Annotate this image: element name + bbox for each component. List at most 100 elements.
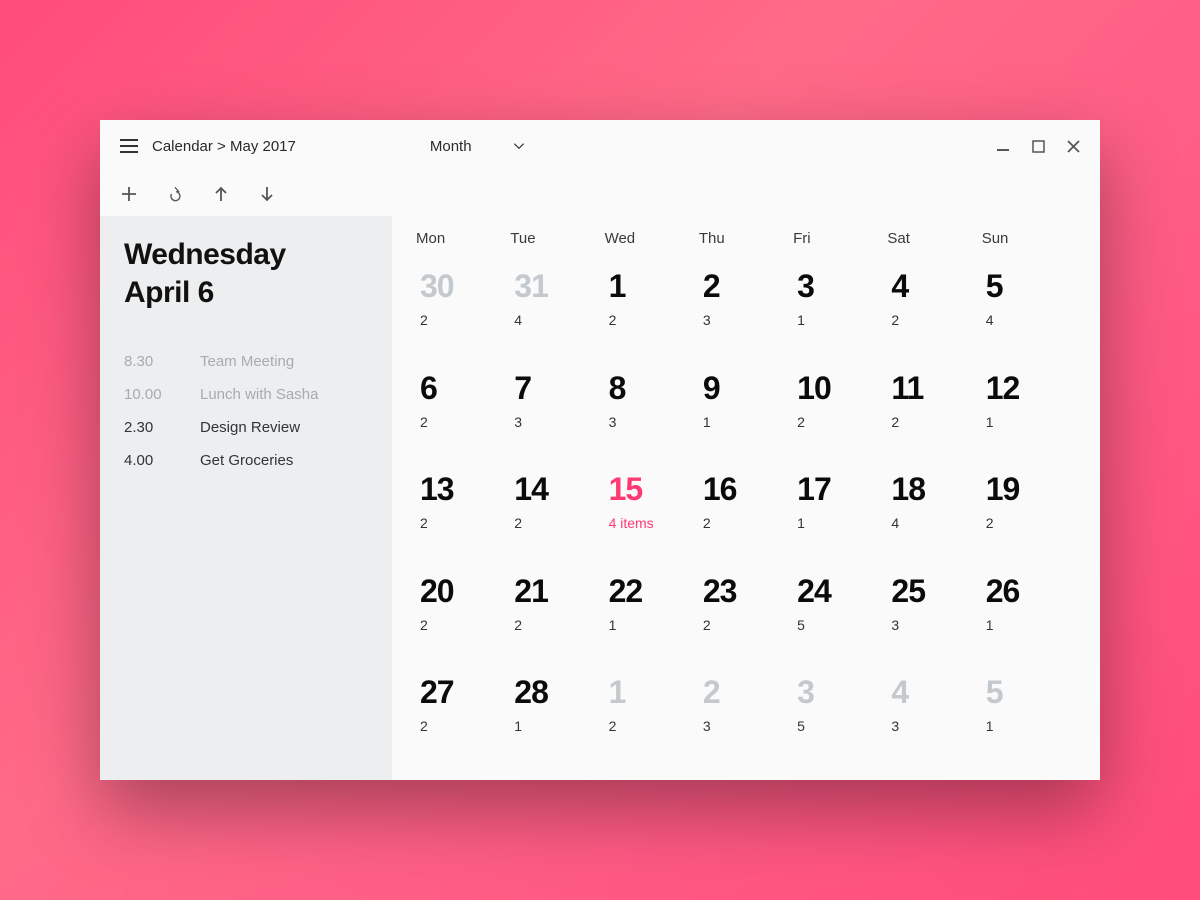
dow-label: Tue (510, 230, 604, 247)
day-event-count: 2 (420, 617, 506, 633)
day-number: 9 (703, 372, 789, 404)
day-cell[interactable]: 12 (605, 260, 699, 362)
day-cell[interactable]: 25 3 (887, 565, 981, 667)
next-button[interactable] (258, 185, 276, 203)
day-event-count: 4 (514, 312, 600, 328)
day-cell[interactable]: 20 2 (416, 565, 510, 667)
day-cell[interactable]: 192 (982, 463, 1076, 565)
day-cell[interactable]: 12 (605, 666, 699, 768)
agenda-item[interactable]: 4.00Get Groceries (124, 444, 368, 477)
day-cell[interactable]: 121 (982, 362, 1076, 464)
day-number: 3 (797, 270, 883, 302)
day-number: 4 (891, 270, 977, 302)
day-cell[interactable]: 142 (510, 463, 604, 565)
day-cell[interactable]: 54 (982, 260, 1076, 362)
dow-label: Mon (416, 230, 510, 247)
day-cell[interactable]: 184 (887, 463, 981, 565)
calendar-grid: MonTueWedThuFriSatSun 302314122331425462… (392, 216, 1100, 780)
selected-day-heading: Wednesday April 6 (124, 236, 368, 311)
dow-label: Sun (982, 230, 1076, 247)
day-number: 4 (891, 676, 977, 708)
day-event-count: 2 (420, 718, 506, 734)
day-event-count: 5 (797, 617, 883, 633)
day-number: 2 (703, 676, 789, 708)
maximize-button[interactable] (1032, 140, 1045, 153)
day-cell[interactable]: 91 (699, 362, 793, 464)
day-cell[interactable]: 24 5 (793, 565, 887, 667)
day-cell[interactable]: 162 (699, 463, 793, 565)
agenda-item[interactable]: 8.30Team Meeting (124, 345, 368, 378)
add-button[interactable] (120, 185, 138, 203)
day-cell[interactable]: 42 (887, 260, 981, 362)
prev-button[interactable] (212, 185, 230, 203)
hamburger-icon[interactable] (120, 139, 138, 153)
day-cell[interactable]: 154 items (605, 463, 699, 565)
day-cell[interactable]: 23 (699, 666, 793, 768)
day-number: 13 (420, 473, 506, 505)
day-cell[interactable]: 13 2 (416, 463, 510, 565)
agenda-item[interactable]: 10.00Lunch with Sasha (124, 378, 368, 411)
day-number: 22 (609, 575, 695, 607)
day-event-count: 1 (703, 414, 789, 430)
day-cell[interactable]: 272 (416, 666, 510, 768)
day-cell[interactable]: 51 (982, 666, 1076, 768)
day-event-count: 2 (703, 515, 789, 531)
close-button[interactable] (1067, 140, 1080, 153)
day-cell[interactable]: 73 (510, 362, 604, 464)
day-cell[interactable]: 261 (982, 565, 1076, 667)
day-number: 14 (514, 473, 600, 505)
day-cell[interactable]: 23 (699, 260, 793, 362)
day-cell[interactable]: 281 (510, 666, 604, 768)
day-cell[interactable]: 221 (605, 565, 699, 667)
day-event-count: 2 (420, 515, 506, 531)
day-number: 7 (514, 372, 600, 404)
titlebar: Calendar > May 2017 Month (100, 120, 1100, 172)
day-number: 1 (609, 676, 695, 708)
day-event-count: 3 (891, 617, 977, 633)
view-selector-label: Month (430, 138, 472, 155)
arrow-down-icon (259, 186, 275, 202)
day-cell[interactable]: 302 (416, 260, 510, 362)
day-event-count: 3 (703, 312, 789, 328)
day-event-count: 2 (609, 718, 695, 734)
agenda-time: 10.00 (124, 386, 170, 403)
day-number: 5 (986, 676, 1072, 708)
day-event-count: 1 (986, 718, 1072, 734)
breadcrumb[interactable]: Calendar > May 2017 (152, 138, 296, 155)
day-cell[interactable]: 212 (510, 565, 604, 667)
day-number: 12 (986, 372, 1072, 404)
day-cell[interactable]: 62 (416, 362, 510, 464)
sync-button[interactable] (166, 185, 184, 203)
day-event-count: 5 (797, 718, 883, 734)
dow-label: Sat (887, 230, 981, 247)
day-number: 5 (986, 270, 1072, 302)
breadcrumb-sep: > (217, 138, 226, 155)
toolbar (100, 172, 1100, 216)
breadcrumb-location: May 2017 (230, 138, 296, 155)
day-cell[interactable]: 35 (793, 666, 887, 768)
selected-day-weekday: Wednesday (124, 238, 286, 271)
day-cell[interactable]: 102 (793, 362, 887, 464)
dow-label: Wed (605, 230, 699, 247)
day-cell[interactable]: 232 (699, 565, 793, 667)
day-cell[interactable]: 112 (887, 362, 981, 464)
day-number: 6 (420, 372, 506, 404)
day-cell[interactable]: 31 (793, 260, 887, 362)
view-selector[interactable]: Month (430, 138, 526, 155)
arrow-up-icon (213, 186, 229, 202)
day-number: 24 (797, 575, 883, 607)
day-number: 20 (420, 575, 506, 607)
day-cell[interactable]: 83 (605, 362, 699, 464)
day-event-count: 3 (891, 718, 977, 734)
day-cell[interactable]: 314 (510, 260, 604, 362)
agenda-item[interactable]: 2.30Design Review (124, 411, 368, 444)
sync-icon (166, 185, 184, 203)
day-cell[interactable]: 171 (793, 463, 887, 565)
agenda-time: 4.00 (124, 452, 170, 469)
day-cell[interactable]: 43 (887, 666, 981, 768)
selected-day-date: April 6 (124, 276, 214, 309)
day-event-count: 3 (514, 414, 600, 430)
day-number: 25 (891, 575, 977, 607)
day-number: 10 (797, 372, 883, 404)
minimize-button[interactable] (996, 139, 1010, 153)
